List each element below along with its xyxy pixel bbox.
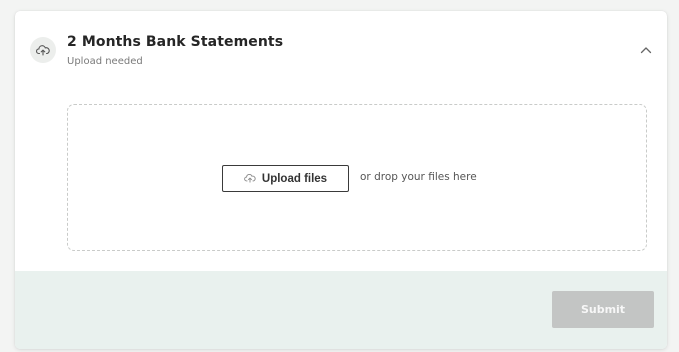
- drop-hint: or drop your files here: [360, 171, 477, 183]
- upload-files-label: Upload files: [261, 172, 328, 185]
- submit-button[interactable]: Submit: [552, 291, 654, 328]
- file-dropzone[interactable]: Upload files or drop your files here: [67, 104, 647, 251]
- section-status: Upload needed: [67, 56, 143, 67]
- section-header[interactable]: 2 Months Bank Statements Upload needed: [15, 11, 667, 89]
- cloud-upload-icon: [244, 171, 256, 186]
- card-footer: Submit: [15, 271, 667, 349]
- upload-files-button[interactable]: Upload files: [222, 165, 349, 192]
- section-title: 2 Months Bank Statements: [67, 34, 284, 50]
- bank-statements-card: 2 Months Bank Statements Upload needed U…: [15, 11, 667, 349]
- cloud-upload-icon: [30, 37, 56, 63]
- chevron-up-icon[interactable]: [635, 39, 657, 61]
